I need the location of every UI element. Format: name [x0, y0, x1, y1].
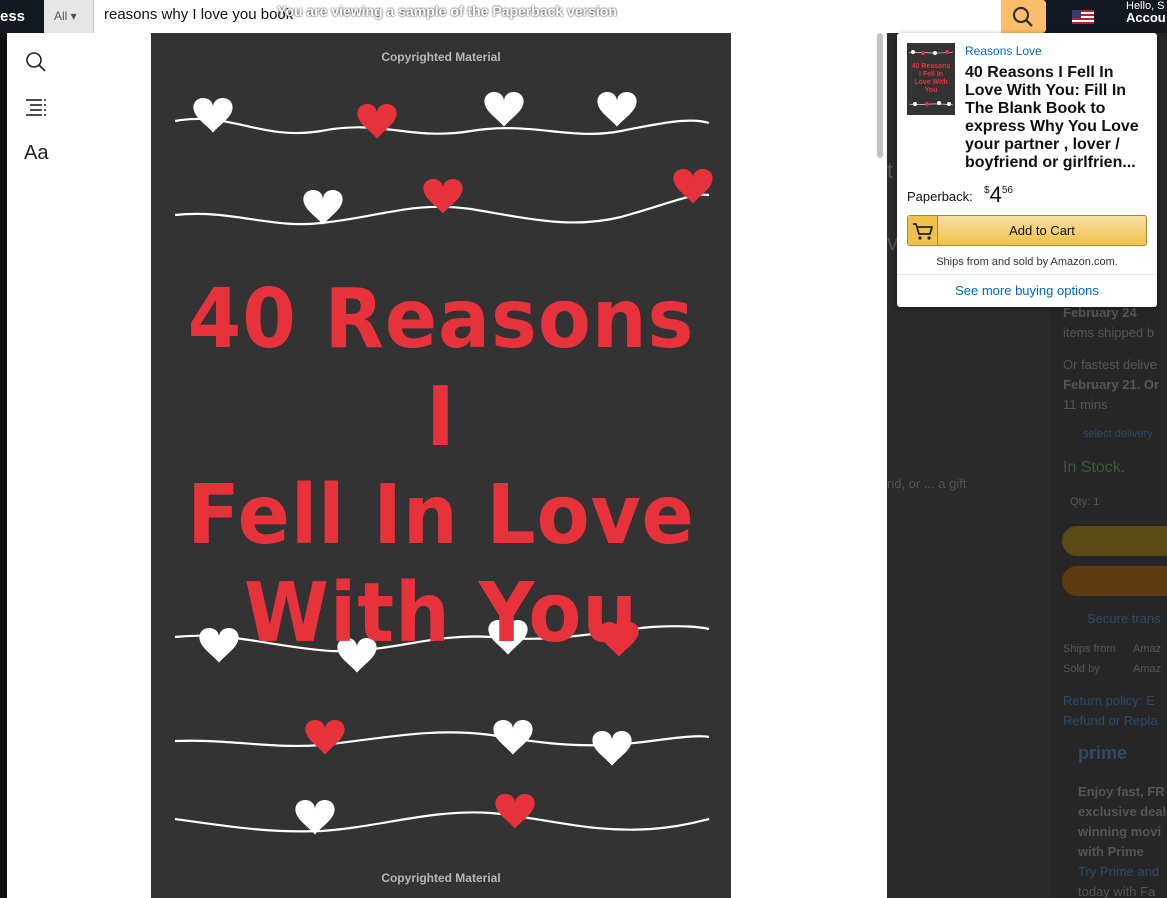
- bg-text: Try Prime and: [1078, 864, 1160, 879]
- bg-text: Ships from: [1063, 643, 1116, 655]
- thumbnail-title: 40 Reasons I Fell In Love With You: [911, 63, 951, 94]
- copyright-notice-bottom: Copyrighted Material: [381, 871, 501, 885]
- table-of-contents-button[interactable]: [24, 96, 48, 120]
- heart-white-icon: [493, 719, 533, 755]
- bg-delivery-date: February 24: [1063, 305, 1137, 320]
- reader-search-button[interactable]: [24, 50, 48, 74]
- heart-red-icon: [357, 103, 397, 139]
- heart-white-icon: [303, 189, 343, 225]
- scrollbar-thumb[interactable]: [877, 33, 883, 158]
- product-popover: 40 Reasons I Fell In Love With You Reaso…: [897, 33, 1157, 307]
- heart-red-icon: [495, 793, 535, 829]
- bg-add-to-cart-button: [1062, 526, 1167, 556]
- search-icon: [26, 52, 46, 72]
- format-label: Paperback:: [907, 189, 973, 204]
- bg-buy-now-button: [1062, 566, 1167, 596]
- heart-white-icon: [597, 91, 637, 127]
- bg-text: t: [887, 158, 894, 183]
- bg-text: 11 mins: [1063, 397, 1108, 412]
- reader-scrollbar[interactable]: [875, 33, 885, 898]
- search-button[interactable]: [1001, 0, 1046, 33]
- bg-text: Or fastest delive: [1063, 357, 1157, 372]
- price-symbol: $: [984, 185, 990, 196]
- cover-title-line: With You: [243, 566, 639, 661]
- add-to-cart-label: Add to Cart: [1009, 223, 1075, 238]
- heart-white-icon: [592, 730, 632, 766]
- bg-qty: Qty: 1: [1070, 496, 1100, 508]
- cover-title: 40 Reasons I Fell In Love With You: [168, 271, 713, 663]
- bg-text: today with Fa: [1078, 884, 1156, 898]
- sample-banner: You are viewing a sample of the Paperbac…: [0, 3, 894, 19]
- bg-text: Sold by: [1063, 663, 1100, 675]
- banner-format: Paperback: [492, 3, 564, 19]
- thumbnail-hearts-top: [908, 50, 954, 55]
- bg-text: exclusive deal: [1078, 804, 1167, 819]
- bg-text: nd, or ... a gift: [887, 476, 967, 491]
- account-label: Accou: [1126, 10, 1166, 25]
- bg-text: Enjoy fast, FR: [1078, 784, 1165, 799]
- cover-title-line: Fell In Love: [187, 468, 695, 563]
- prime-logo: prime: [1078, 743, 1128, 763]
- price: $456: [984, 182, 1013, 208]
- ships-from-text: Ships from and sold by Amazon.com.: [936, 256, 1118, 268]
- book-thumbnail[interactable]: 40 Reasons I Fell In Love With You: [907, 43, 955, 115]
- banner-suffix: version: [567, 3, 617, 19]
- bg-text: with Prime: [1078, 844, 1144, 859]
- bg-stock: In Stock.: [1063, 459, 1126, 476]
- heart-white-icon: [193, 97, 233, 133]
- bg-text: select delivery: [1083, 428, 1153, 440]
- look-inside-reader: Aa Copyrighted Material 40 Reasons I Fel…: [7, 33, 887, 898]
- bg-text: Return policy: E: [1063, 693, 1155, 708]
- price-cents: 56: [1001, 185, 1013, 196]
- see-more-buying-options-link[interactable]: See more buying options: [897, 283, 1157, 298]
- bg-text: items shipped b: [1063, 325, 1155, 340]
- product-title[interactable]: 40 Reasons I Fell In Love With You: Fill…: [965, 64, 1149, 172]
- banner-prefix: You are viewing a sample of the: [277, 3, 489, 19]
- cover-title-line: 40 Reasons I: [187, 272, 695, 465]
- author-link[interactable]: Reasons Love: [965, 44, 1042, 58]
- add-to-cart-button[interactable]: Add to Cart: [907, 215, 1147, 246]
- price-dollars: 4: [989, 182, 1002, 207]
- us-flag-icon[interactable]: [1072, 10, 1094, 24]
- bg-text: Amaz: [1133, 643, 1162, 655]
- cart-icon-box: [908, 216, 938, 245]
- bg-text: Refund or Repla: [1063, 713, 1158, 728]
- heart-red-icon: [305, 719, 345, 755]
- cart-icon: [913, 223, 933, 240]
- search-icon: [1012, 6, 1033, 27]
- bg-text: Secure trans: [1087, 611, 1161, 626]
- bg-text: winning movi: [1078, 824, 1162, 839]
- font-settings-button[interactable]: Aa: [24, 141, 48, 165]
- book-page-cover: Copyrighted Material 40 Reasons I Fell I…: [151, 33, 731, 898]
- account-menu[interactable]: Hello, S Accou: [1126, 0, 1166, 25]
- background-left-edge: [0, 33, 7, 898]
- bg-text: February 21. Or: [1063, 377, 1160, 392]
- popover-divider: [897, 274, 1157, 275]
- heart-white-icon: [484, 91, 524, 127]
- thumbnail-hearts-bottom: [908, 101, 954, 106]
- bg-text: Amaz: [1133, 663, 1162, 675]
- table-of-contents-icon: [26, 99, 46, 116]
